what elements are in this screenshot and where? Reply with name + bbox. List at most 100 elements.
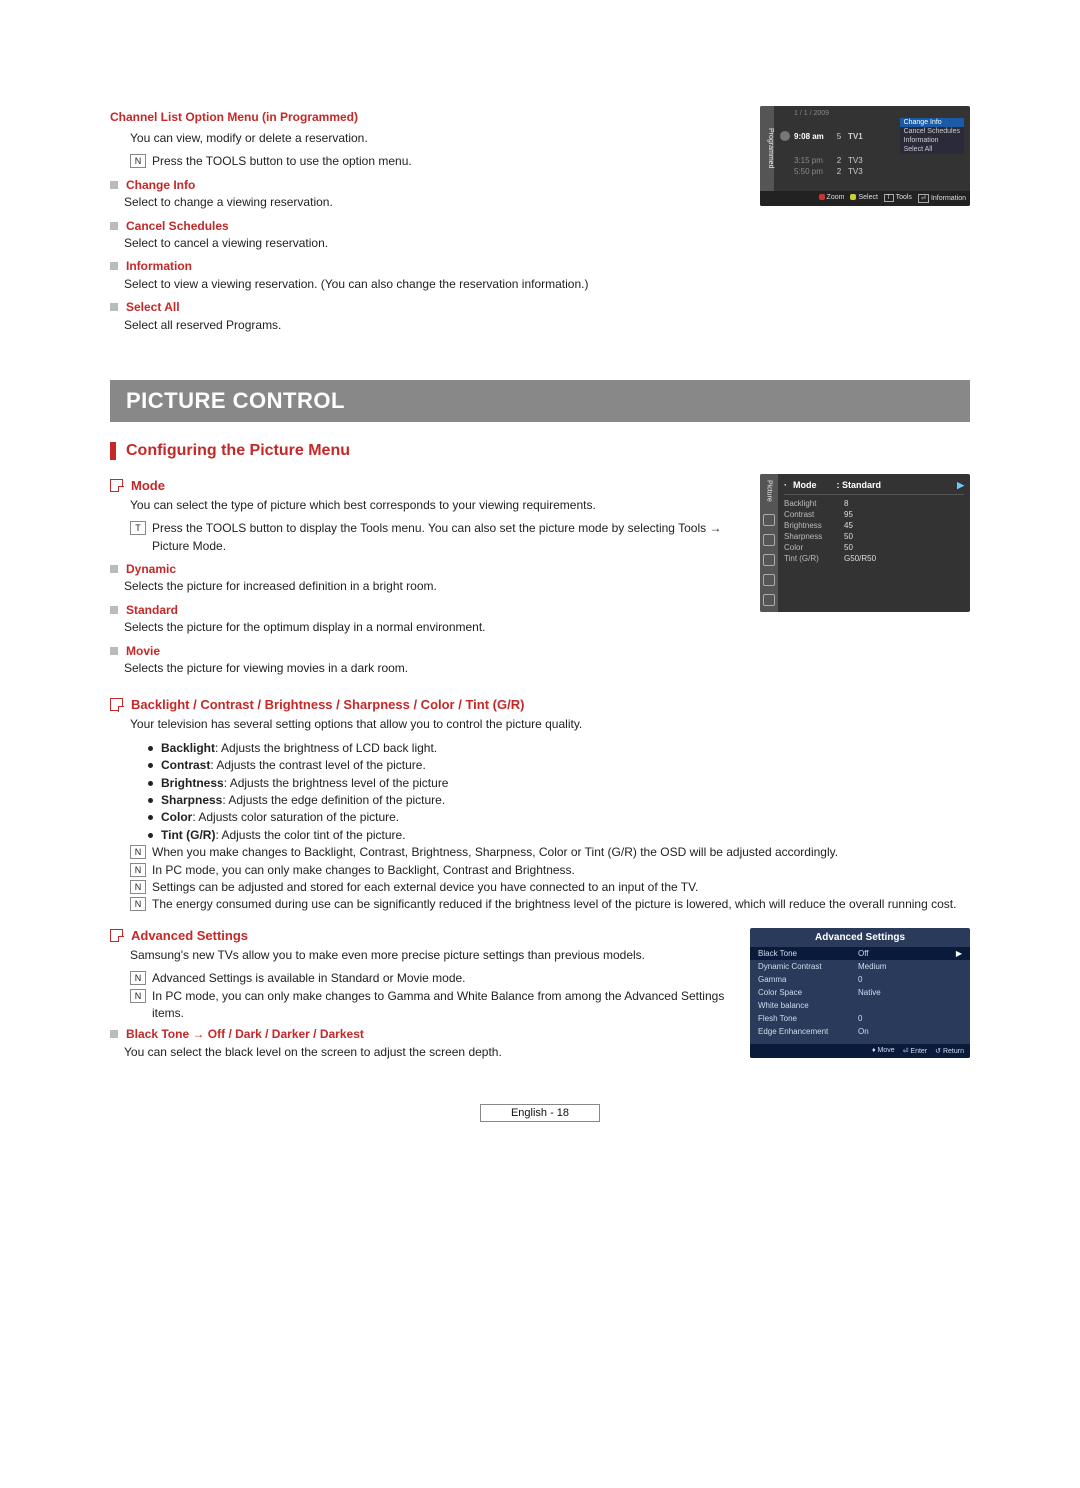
mode-item-desc: Selects the picture for the optimum disp… (124, 619, 970, 636)
square-break-icon (110, 929, 123, 942)
page-footer: English - 18 (480, 1104, 600, 1122)
note-icon: N (130, 154, 146, 168)
setting-name: Contrast (161, 758, 210, 772)
note-text: Advanced Settings is available in Standa… (152, 970, 466, 987)
programmed-popup: Change Info Cancel Schedules Information… (900, 118, 964, 154)
note-icon: N (130, 989, 146, 1003)
square-break-icon (110, 698, 123, 711)
prog-channel: TV1 (848, 132, 870, 141)
setting-desc: : Adjusts the brightness of LCD back lig… (215, 741, 437, 755)
setting-name: Brightness (161, 776, 224, 790)
adv-val: On (858, 1027, 962, 1036)
item-desc: Select all reserved Programs. (124, 317, 970, 334)
item-label: Cancel Schedules (126, 218, 229, 235)
programmed-side-label: Programmed (760, 106, 774, 191)
programmed-footer: Zoom Select TTools ⏎Information (760, 191, 970, 206)
note-icon: N (130, 971, 146, 985)
bccs-intro: Your television has several setting opti… (130, 716, 970, 733)
adv-footer: ♦ Move ⏎ Enter ↺ Return (750, 1044, 970, 1058)
mode-item-label: Movie (126, 643, 160, 660)
prog-num: 2 (834, 156, 844, 165)
dot-icon (148, 833, 153, 838)
adv-key: White balance (758, 1001, 858, 1010)
move-icon: ♦ (872, 1047, 876, 1054)
record-icon (780, 131, 790, 141)
sub-heading: Configuring the Picture Menu (110, 442, 970, 460)
setting-desc: : Adjusts the color tint of the picture. (215, 828, 405, 842)
note-icon: N (130, 880, 146, 894)
note-text: When you make changes to Backlight, Cont… (152, 844, 838, 861)
adv-key: Color Space (758, 988, 858, 997)
pic-val: 95 (844, 510, 853, 519)
adv-val: Medium (858, 962, 962, 971)
adv-key: Dynamic Contrast (758, 962, 858, 971)
adv-val: 0 (858, 975, 962, 984)
note-icon: N (130, 845, 146, 859)
note-text: The energy consumed during use can be si… (152, 896, 956, 913)
enter-icon: ⏎ (918, 194, 929, 203)
advanced-settings-panel: Advanced Settings Black ToneOff▶ Dynamic… (750, 928, 970, 1058)
return-icon: ↺ (935, 1048, 941, 1055)
popup-change-info[interactable]: Change Info (900, 118, 964, 127)
mode-item-label: Standard (126, 602, 178, 619)
setting-name: Sharpness (161, 793, 222, 807)
item-desc: Select to view a viewing reservation. (Y… (124, 276, 970, 293)
square-bullet-icon (110, 222, 118, 230)
adv-val: Off (858, 949, 956, 958)
dot-icon (148, 781, 153, 786)
mode-heading: Mode (131, 478, 165, 493)
pic-val: 50 (844, 543, 853, 552)
item-label: Select All (126, 299, 180, 316)
square-bullet-icon (110, 303, 118, 311)
picture-side-label: Picture (766, 480, 773, 502)
prog-num: 5 (834, 132, 844, 141)
pic-val: 50 (844, 532, 853, 541)
yellow-pill-icon (850, 194, 856, 200)
mode-item-desc: Selects the picture for viewing movies i… (124, 660, 970, 677)
pic-key: Color (784, 543, 844, 552)
picture-control-banner: PICTURE CONTROL (110, 380, 970, 422)
note-text: In PC mode, you can only make changes to… (152, 988, 734, 1023)
adv-val (858, 1001, 962, 1010)
arrow-right-icon[interactable]: ▶ (957, 480, 964, 491)
mode-key: Mode (793, 480, 817, 490)
note-icon: N (130, 897, 146, 911)
mode-value: : Standard (837, 480, 882, 490)
prog-channel: TV3 (848, 156, 870, 165)
setting-desc: : Adjusts color saturation of the pictur… (192, 810, 399, 824)
square-bullet-icon (110, 262, 118, 270)
mode-item-label: Dynamic (126, 561, 176, 578)
pic-val: 45 (844, 521, 853, 530)
square-bullet-icon (110, 1030, 118, 1038)
red-pill-icon (819, 194, 825, 200)
pic-key: Contrast (784, 510, 844, 519)
tools-note: Press the TOOLS button to use the option… (152, 153, 412, 170)
dot-icon (148, 763, 153, 768)
adv-heading: Advanced Settings (131, 928, 248, 943)
adv-val: 0 (858, 1014, 962, 1023)
pic-val: G50/R50 (844, 554, 876, 563)
enter-icon: ⏎ (903, 1048, 909, 1055)
arrow-right-icon[interactable]: ▶ (956, 949, 962, 958)
adv-val: Native (858, 988, 962, 997)
mode-tools-note: Press the TOOLS button to display the To… (152, 520, 744, 555)
setting-name: Backlight (161, 741, 215, 755)
setting-name: Tint (G/R) (161, 828, 215, 842)
side-icon (763, 574, 775, 586)
programmed-date: 1 / 1 / 2009 (794, 110, 964, 117)
square-bullet-icon (110, 606, 118, 614)
prog-num: 2 (834, 167, 844, 176)
note-text: In PC mode, you can only make changes to… (152, 862, 575, 879)
square-bullet-icon (110, 565, 118, 573)
prog-time: 9:08 am (794, 132, 830, 141)
pic-key: Tint (G/R) (784, 554, 844, 563)
popup-information[interactable]: Information (900, 136, 964, 145)
adv-panel-title: Advanced Settings (750, 928, 970, 947)
popup-cancel-schedules[interactable]: Cancel Schedules (900, 127, 964, 136)
square-bullet-icon (110, 647, 118, 655)
side-icon (763, 554, 775, 566)
setting-desc: : Adjusts the contrast level of the pict… (210, 758, 425, 772)
pic-key: Sharpness (784, 532, 844, 541)
item-label: Information (126, 258, 192, 275)
popup-select-all[interactable]: Select All (900, 145, 964, 154)
